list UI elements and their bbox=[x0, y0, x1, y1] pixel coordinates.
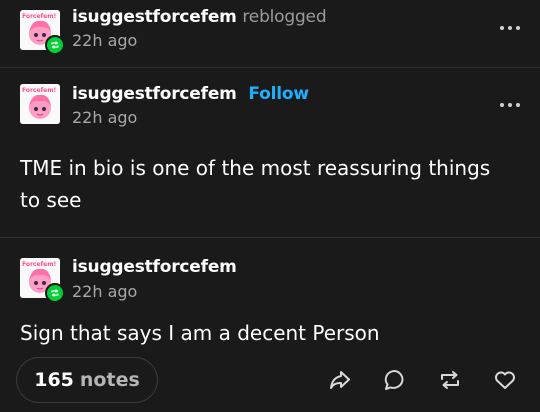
avatar-text: Forcefem! bbox=[22, 261, 56, 268]
like-icon[interactable] bbox=[492, 367, 518, 393]
avatar[interactable]: Forcefem! bbox=[20, 10, 65, 55]
tumblr-post: Forcefem! isuggestforcefem reblogged 22h… bbox=[0, 0, 540, 412]
original-username[interactable]: isuggestforcefem bbox=[72, 84, 237, 104]
reblog-icon[interactable] bbox=[437, 367, 463, 393]
more-options-icon[interactable] bbox=[500, 102, 520, 108]
divider bbox=[0, 67, 540, 68]
avatar-image: Forcefem! bbox=[20, 84, 60, 124]
avatar-text: Forcefem! bbox=[22, 13, 56, 20]
follow-button[interactable]: Follow bbox=[248, 84, 309, 104]
reblog-avatar[interactable]: Forcefem! bbox=[20, 258, 65, 303]
notes-label: notes bbox=[79, 369, 140, 391]
reblog-timestamp[interactable]: 22h ago bbox=[72, 31, 137, 50]
reblogger-username[interactable]: isuggestforcefem bbox=[72, 7, 237, 27]
divider bbox=[0, 237, 540, 238]
original-author-line: isuggestforcefem Follow bbox=[72, 84, 309, 104]
body-line: TME in bio is one of the most reassuring… bbox=[20, 156, 491, 180]
body-line: to see bbox=[20, 188, 82, 212]
notes-button[interactable]: 165 notes bbox=[16, 357, 158, 403]
original-avatar[interactable]: Forcefem! bbox=[20, 84, 60, 124]
reblog-badge-icon bbox=[45, 35, 65, 55]
avatar-text: Forcefem! bbox=[22, 87, 56, 94]
reblog-author-username[interactable]: isuggestforcefem bbox=[72, 257, 237, 277]
reblog-comment-timestamp[interactable]: 22h ago bbox=[72, 282, 137, 301]
reply-icon[interactable] bbox=[382, 367, 408, 393]
notes-count: 165 bbox=[34, 369, 74, 391]
reblogged-label: reblogged bbox=[242, 7, 327, 27]
share-icon[interactable] bbox=[327, 367, 353, 393]
reblogger-line: isuggestforcefem reblogged bbox=[72, 7, 327, 27]
original-timestamp[interactable]: 22h ago bbox=[72, 108, 137, 127]
reblog-badge-icon bbox=[45, 283, 65, 303]
reblog-comment-body: Sign that says I am a decent Person bbox=[20, 321, 380, 345]
more-options-icon[interactable] bbox=[500, 25, 520, 31]
original-post-body: TME in bio is one of the most reassuring… bbox=[20, 152, 490, 216]
